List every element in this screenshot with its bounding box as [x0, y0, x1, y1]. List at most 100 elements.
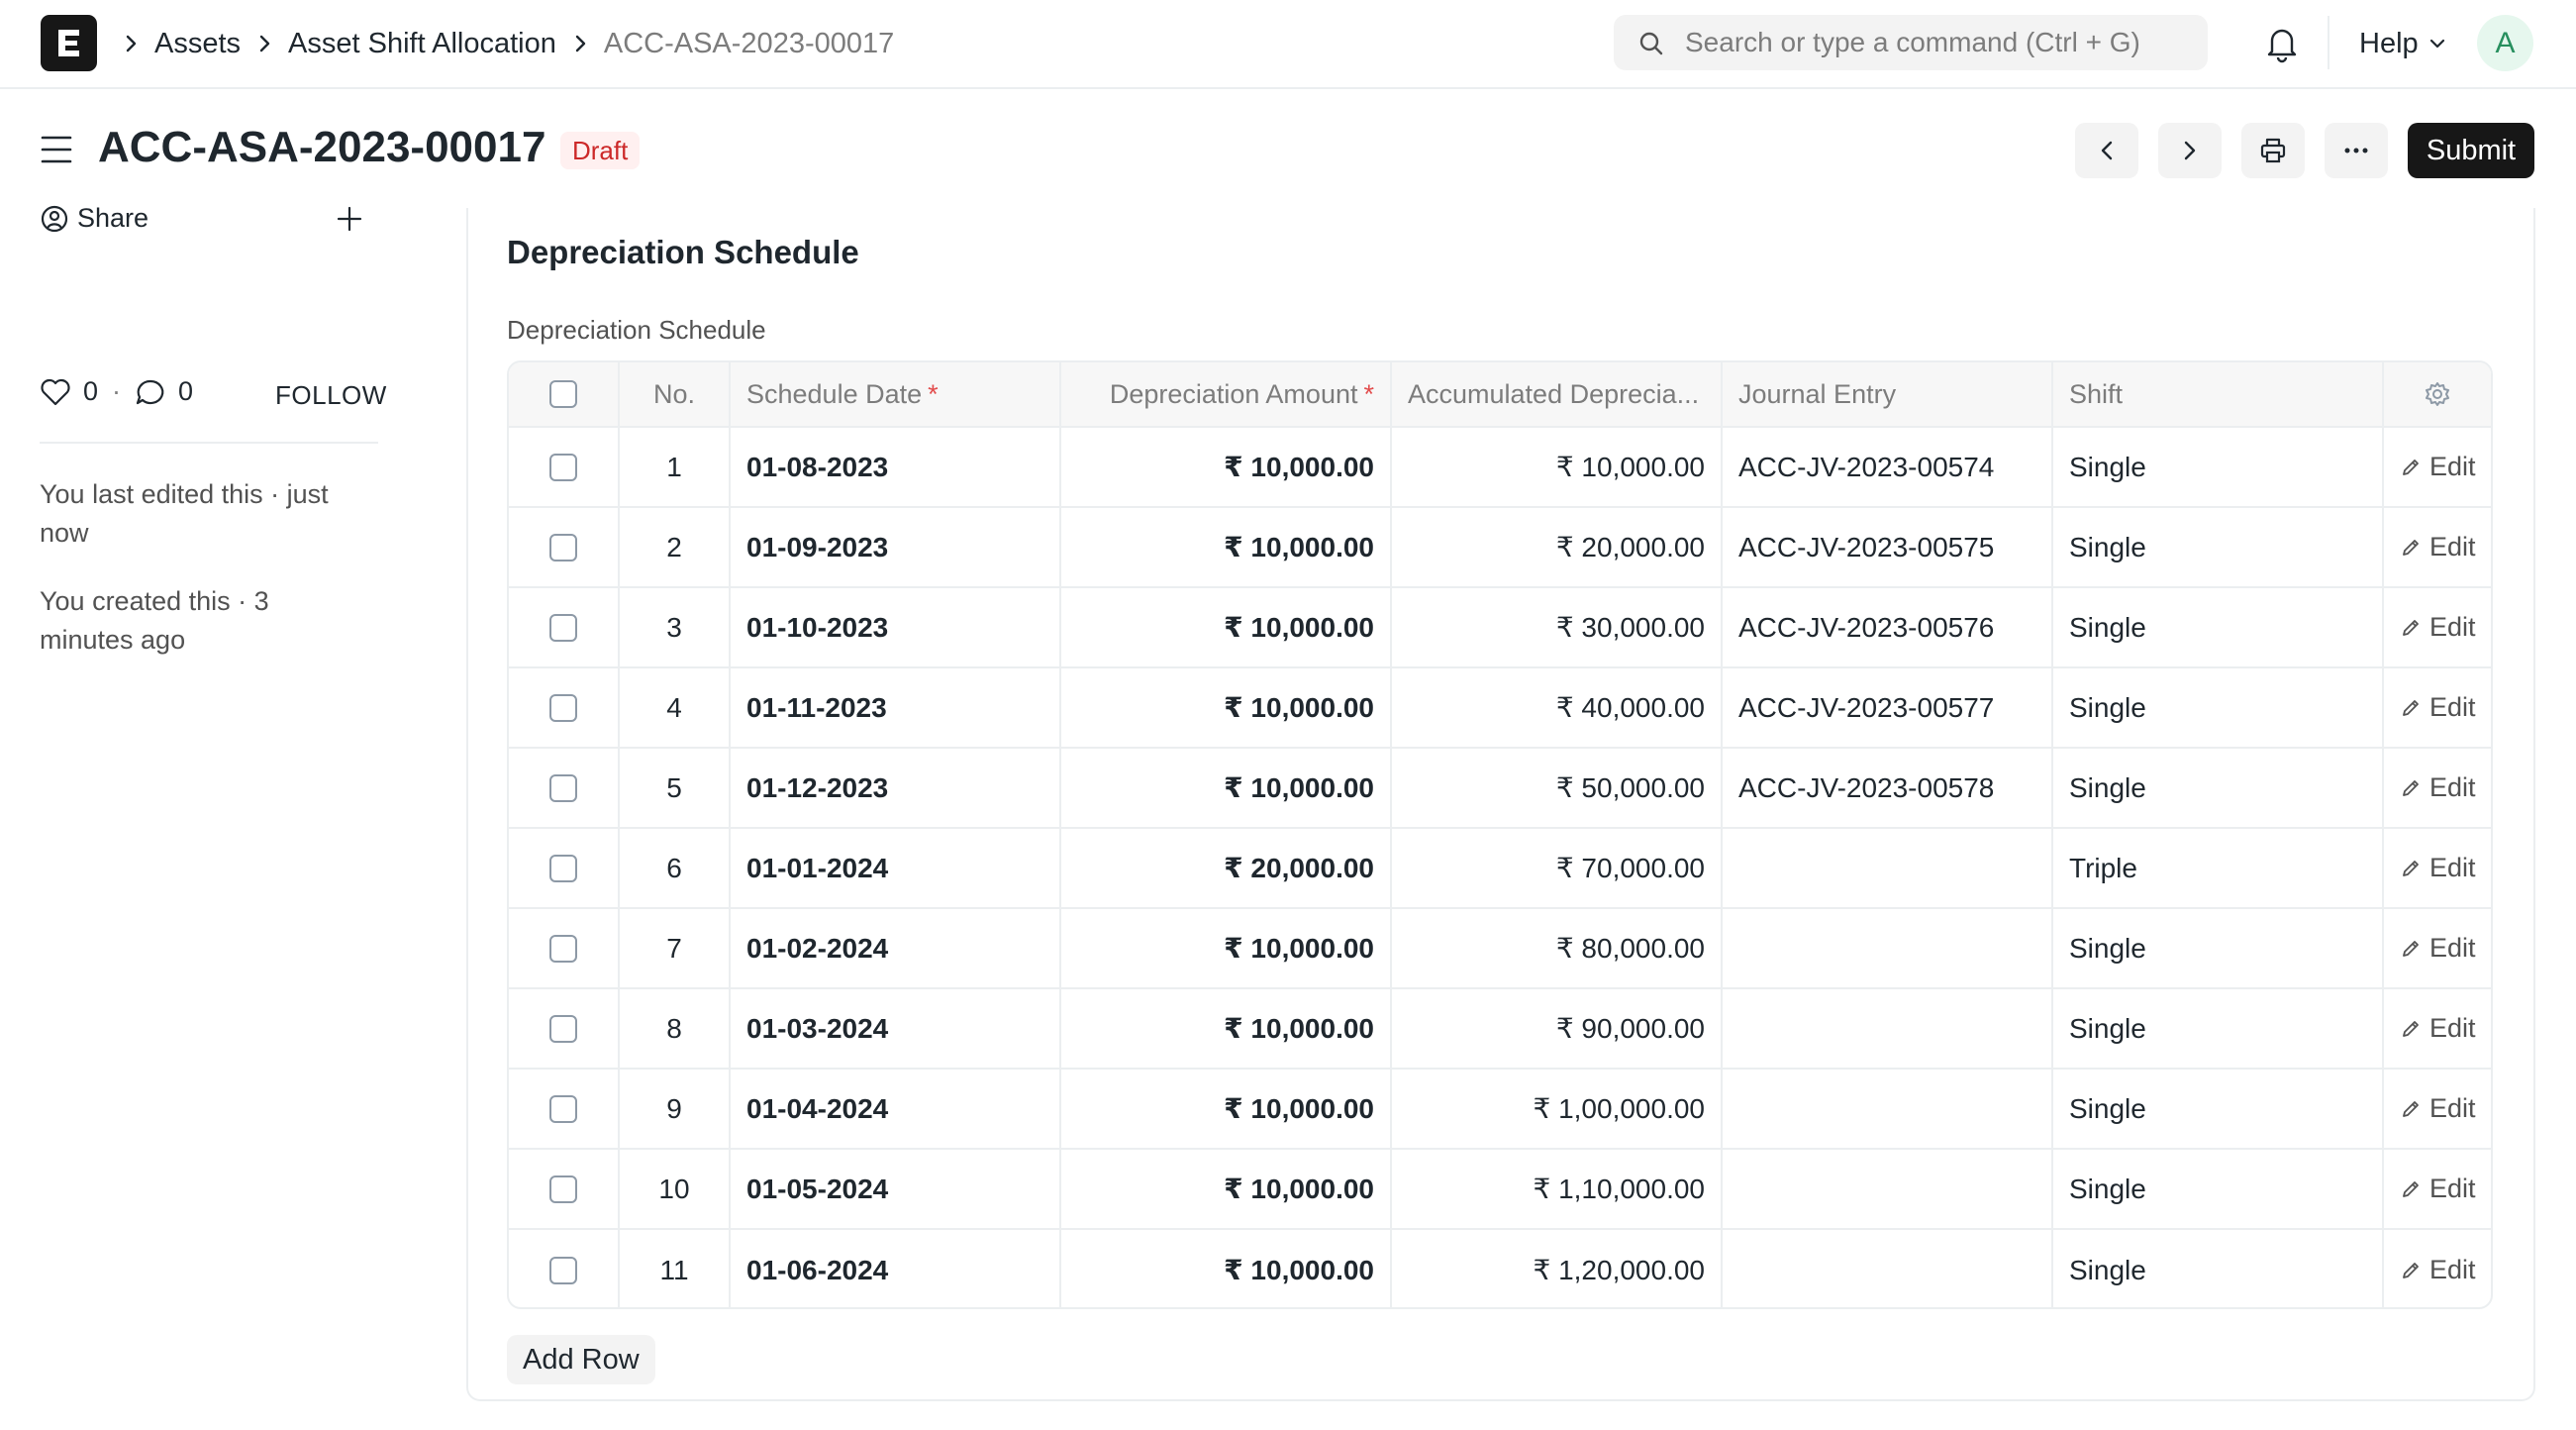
depreciation-amount-cell[interactable]: ₹ 10,000.00 — [1061, 989, 1392, 1068]
shift-cell[interactable]: Single — [2053, 588, 2384, 666]
row-checkbox[interactable] — [549, 1256, 577, 1284]
depreciation-amount-cell[interactable]: ₹ 10,000.00 — [1061, 668, 1392, 747]
depreciation-amount-cell[interactable]: ₹ 10,000.00 — [1061, 1070, 1392, 1148]
table-row[interactable]: 10 01-05-2024 ₹ 10,000.00 ₹ 1,10,000.00 Sing… — [509, 1150, 2491, 1230]
submit-button[interactable]: Submit — [2408, 123, 2534, 178]
accumulated-depreciation-cell[interactable]: ₹ 40,000.00 — [1392, 668, 1723, 747]
row-checkbox[interactable] — [549, 1175, 577, 1203]
row-edit-button[interactable]: Edit — [2400, 1255, 2476, 1285]
add-share-icon[interactable] — [335, 204, 364, 234]
next-document-button[interactable] — [2158, 123, 2222, 178]
accumulated-depreciation-cell[interactable]: ₹ 20,000.00 — [1392, 508, 1723, 586]
schedule-date-cell[interactable]: 01-11-2023 — [731, 668, 1061, 747]
row-checkbox[interactable] — [549, 693, 577, 722]
search-bar[interactable] — [1614, 15, 2208, 70]
app-logo-icon[interactable] — [41, 15, 97, 71]
accumulated-depreciation-cell[interactable]: ₹ 1,20,000.00 — [1392, 1230, 1723, 1307]
sidebar-toggle-icon[interactable] — [40, 134, 75, 165]
print-button[interactable] — [2241, 123, 2305, 178]
breadcrumb-assets[interactable]: Assets — [154, 28, 241, 60]
breadcrumb-asset-shift-allocation[interactable]: Asset Shift Allocation — [288, 28, 556, 60]
shift-cell[interactable]: Single — [2053, 909, 2384, 987]
schedule-date-cell[interactable]: 01-09-2023 — [731, 508, 1061, 586]
notification-bell-icon[interactable] — [2264, 24, 2300, 63]
breadcrumb-current[interactable]: ACC-ASA-2023-00017 — [604, 28, 894, 60]
accumulated-depreciation-cell[interactable]: ₹ 1,00,000.00 — [1392, 1070, 1723, 1148]
row-checkbox[interactable] — [549, 613, 577, 642]
gear-icon[interactable] — [2424, 380, 2451, 408]
comment-icon[interactable] — [135, 377, 166, 407]
row-edit-button[interactable]: Edit — [2400, 452, 2476, 482]
table-row[interactable]: 1 01-08-2023 ₹ 10,000.00 ₹ 10,000.00 ACC-JV-… — [509, 428, 2491, 508]
avatar[interactable]: A — [2477, 15, 2533, 71]
shift-cell[interactable]: Single — [2053, 1070, 2384, 1148]
heart-icon[interactable] — [40, 377, 71, 407]
share-button[interactable]: Share — [40, 203, 149, 234]
row-edit-button[interactable]: Edit — [2400, 772, 2476, 803]
schedule-date-cell[interactable]: 01-08-2023 — [731, 428, 1061, 506]
previous-document-button[interactable] — [2075, 123, 2138, 178]
table-row[interactable]: 6 01-01-2024 ₹ 20,000.00 ₹ 70,000.00 Triple E… — [509, 829, 2491, 909]
depreciation-amount-cell[interactable]: ₹ 10,000.00 — [1061, 428, 1392, 506]
help-dropdown[interactable]: Help — [2359, 0, 2446, 87]
table-row[interactable]: 11 01-06-2024 ₹ 10,000.00 ₹ 1,20,000.00 Sing… — [509, 1230, 2491, 1307]
row-checkbox[interactable] — [549, 453, 577, 481]
row-edit-button[interactable]: Edit — [2400, 532, 2476, 562]
journal-entry-cell[interactable] — [1723, 1150, 2053, 1228]
depreciation-amount-cell[interactable]: ₹ 10,000.00 — [1061, 1150, 1392, 1228]
search-input[interactable] — [1685, 15, 2190, 70]
add-row-button[interactable]: Add Row — [507, 1335, 655, 1384]
row-edit-button[interactable]: Edit — [2400, 933, 2476, 964]
shift-cell[interactable]: Triple — [2053, 829, 2384, 907]
row-edit-button[interactable]: Edit — [2400, 1093, 2476, 1124]
row-edit-button[interactable]: Edit — [2400, 853, 2476, 883]
depreciation-amount-cell[interactable]: ₹ 10,000.00 — [1061, 1230, 1392, 1307]
row-checkbox[interactable] — [549, 854, 577, 882]
accumulated-depreciation-cell[interactable]: ₹ 50,000.00 — [1392, 749, 1723, 827]
more-actions-button[interactable] — [2325, 123, 2388, 178]
journal-entry-cell[interactable]: ACC-JV-2023-00575 — [1723, 508, 2053, 586]
table-row[interactable]: 9 01-04-2024 ₹ 10,000.00 ₹ 1,00,000.00 Singl… — [509, 1070, 2491, 1150]
journal-entry-cell[interactable]: ACC-JV-2023-00574 — [1723, 428, 2053, 506]
depreciation-amount-cell[interactable]: ₹ 10,000.00 — [1061, 508, 1392, 586]
schedule-date-cell[interactable]: 01-10-2023 — [731, 588, 1061, 666]
schedule-date-cell[interactable]: 01-04-2024 — [731, 1070, 1061, 1148]
accumulated-depreciation-cell[interactable]: ₹ 80,000.00 — [1392, 909, 1723, 987]
journal-entry-cell[interactable] — [1723, 1230, 2053, 1307]
schedule-date-cell[interactable]: 01-06-2024 — [731, 1230, 1061, 1307]
journal-entry-cell[interactable]: ACC-JV-2023-00576 — [1723, 588, 2053, 666]
depreciation-amount-cell[interactable]: ₹ 20,000.00 — [1061, 829, 1392, 907]
accumulated-depreciation-cell[interactable]: ₹ 90,000.00 — [1392, 989, 1723, 1068]
shift-cell[interactable]: Single — [2053, 668, 2384, 747]
journal-entry-cell[interactable] — [1723, 1070, 2053, 1148]
journal-entry-cell[interactable] — [1723, 989, 2053, 1068]
select-all-checkbox[interactable] — [549, 380, 577, 408]
shift-cell[interactable]: Single — [2053, 428, 2384, 506]
shift-cell[interactable]: Single — [2053, 508, 2384, 586]
journal-entry-cell[interactable] — [1723, 829, 2053, 907]
row-edit-button[interactable]: Edit — [2400, 612, 2476, 643]
shift-cell[interactable]: Single — [2053, 1150, 2384, 1228]
schedule-date-cell[interactable]: 01-02-2024 — [731, 909, 1061, 987]
schedule-date-cell[interactable]: 01-12-2023 — [731, 749, 1061, 827]
row-edit-button[interactable]: Edit — [2400, 692, 2476, 723]
depreciation-amount-cell[interactable]: ₹ 10,000.00 — [1061, 749, 1392, 827]
row-edit-button[interactable]: Edit — [2400, 1174, 2476, 1204]
table-row[interactable]: 8 01-03-2024 ₹ 10,000.00 ₹ 90,000.00 Single E… — [509, 989, 2491, 1070]
row-checkbox[interactable] — [549, 934, 577, 963]
table-row[interactable]: 3 01-10-2023 ₹ 10,000.00 ₹ 30,000.00 ACC-JV-… — [509, 588, 2491, 668]
accumulated-depreciation-cell[interactable]: ₹ 70,000.00 — [1392, 829, 1723, 907]
shift-cell[interactable]: Single — [2053, 989, 2384, 1068]
depreciation-amount-cell[interactable]: ₹ 10,000.00 — [1061, 909, 1392, 987]
journal-entry-cell[interactable] — [1723, 909, 2053, 987]
schedule-date-cell[interactable]: 01-01-2024 — [731, 829, 1061, 907]
row-checkbox[interactable] — [549, 1094, 577, 1123]
shift-cell[interactable]: Single — [2053, 749, 2384, 827]
row-edit-button[interactable]: Edit — [2400, 1013, 2476, 1044]
row-checkbox[interactable] — [549, 533, 577, 562]
accumulated-depreciation-cell[interactable]: ₹ 1,10,000.00 — [1392, 1150, 1723, 1228]
row-checkbox[interactable] — [549, 1014, 577, 1043]
table-row[interactable]: 2 01-09-2023 ₹ 10,000.00 ₹ 20,000.00 ACC-JV-… — [509, 508, 2491, 588]
table-row[interactable]: 5 01-12-2023 ₹ 10,000.00 ₹ 50,000.00 ACC-JV-… — [509, 749, 2491, 829]
table-row[interactable]: 7 01-02-2024 ₹ 10,000.00 ₹ 80,000.00 Single E… — [509, 909, 2491, 989]
